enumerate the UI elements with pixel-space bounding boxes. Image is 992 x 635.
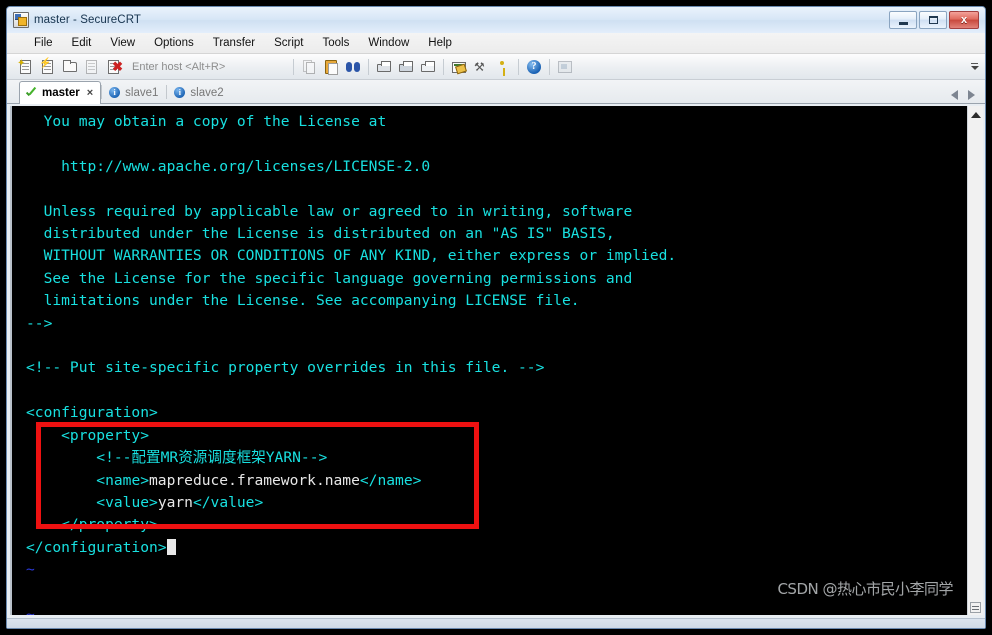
- terminal-line: <property>: [26, 426, 150, 444]
- securecrt-app-icon: [13, 12, 29, 28]
- maximize-button[interactable]: [919, 11, 947, 29]
- tab-slave2[interactable]: i slave2: [167, 81, 231, 103]
- terminal-line: http://www.apache.org/licenses/LICENSE-2…: [26, 157, 431, 175]
- resize-grip-icon[interactable]: [970, 602, 981, 613]
- terminal-line-comment: <!--配置MR资源调度框架YARN-->: [26, 449, 328, 467]
- menu-item-file[interactable]: File: [25, 35, 62, 51]
- menu-item-window[interactable]: Window: [359, 35, 418, 51]
- host-input[interactable]: Enter host <Alt+R>: [129, 58, 289, 76]
- session-options-icon[interactable]: [449, 57, 469, 77]
- securecrt-main-window: master - SecureCRT x File Edit View Opti…: [6, 6, 986, 629]
- menu-item-options[interactable]: Options: [145, 35, 203, 51]
- tab-prev-icon[interactable]: [951, 90, 958, 100]
- value-open-tag: <value>: [96, 493, 158, 511]
- terminal-line: distributed under the License is distrib…: [26, 225, 615, 243]
- log-session-icon[interactable]: [396, 57, 416, 77]
- terminal-line-value: <value>yarn</value>: [26, 494, 263, 511]
- terminal-screen[interactable]: You may obtain a copy of the License at …: [10, 106, 967, 615]
- tab-slave1-label: slave1: [125, 86, 159, 99]
- terminal-line: WITHOUT WARRANTIES OR CONDITIONS OF ANY …: [26, 247, 677, 265]
- connect-sftp-icon: [82, 57, 102, 77]
- menu-bar: File Edit View Options Transfer Script T…: [7, 33, 985, 54]
- name-open-tag: <name>: [96, 471, 150, 489]
- terminal-line: See the License for the specific languag…: [26, 269, 633, 287]
- maximize-icon: [928, 16, 938, 24]
- terminal-line: <!-- Put site-specific property override…: [26, 359, 545, 377]
- terminal-line: limitations under the License. See accom…: [26, 292, 580, 310]
- find-icon[interactable]: [343, 57, 363, 77]
- value-indent: [26, 494, 96, 511]
- key-icon[interactable]: [493, 57, 513, 77]
- terminal-line: You may obtain a copy of the License at: [26, 113, 387, 130]
- toolbar: ✦ ⚡ ✖ Enter host <Alt+R> ⚒ ?: [7, 54, 985, 80]
- menu-item-transfer[interactable]: Transfer: [204, 35, 264, 51]
- close-icon: x: [960, 13, 968, 26]
- connected-check-icon: [26, 88, 37, 99]
- tab-master-label: master: [42, 87, 80, 99]
- vim-tilde: ~: [26, 561, 35, 579]
- toolbar-separator-4: [518, 58, 519, 75]
- name-close-tag: </name>: [359, 471, 422, 489]
- terminal-text: You may obtain a copy of the License at …: [26, 111, 967, 615]
- disconnected-info-icon: i: [174, 87, 186, 98]
- copy-icon: [299, 57, 319, 77]
- disconnect-icon[interactable]: ✖: [104, 57, 124, 77]
- paste-icon[interactable]: [321, 57, 341, 77]
- menu-item-edit[interactable]: Edit: [63, 35, 101, 51]
- terminal-line: Unless required by applicable law or agr…: [26, 202, 633, 220]
- quick-connect-icon[interactable]: ⚡: [38, 57, 58, 77]
- value-close-tag: </value>: [192, 493, 264, 511]
- close-button[interactable]: x: [949, 11, 979, 29]
- terminal-cursor: [166, 538, 176, 555]
- vim-tilde: ~: [26, 605, 35, 615]
- title-bar: master - SecureCRT x: [7, 7, 985, 33]
- disconnected-info-icon: i: [109, 87, 121, 98]
- menu-item-tools[interactable]: Tools: [314, 35, 359, 51]
- toolbar-separator: [293, 58, 294, 75]
- help-icon[interactable]: ?: [524, 57, 544, 77]
- minimize-button[interactable]: [889, 11, 917, 29]
- name-value: mapreduce.framework.name: [149, 471, 360, 489]
- terminal-scrollbar[interactable]: [967, 106, 983, 615]
- print-screen-icon[interactable]: [374, 57, 394, 77]
- print-icon[interactable]: [418, 57, 438, 77]
- terminal-line: <configuration>: [26, 404, 158, 422]
- menu-item-view[interactable]: View: [101, 35, 144, 51]
- connect-in-tab-icon[interactable]: [60, 57, 80, 77]
- window-controls: x: [889, 11, 981, 29]
- window-title: master - SecureCRT: [34, 14, 142, 26]
- toolbar-separator-3: [443, 58, 444, 75]
- tab-slave1[interactable]: i slave1: [102, 81, 166, 103]
- terminal-area: You may obtain a copy of the License at …: [7, 104, 985, 618]
- toolbar-separator-5: [549, 58, 550, 75]
- scroll-up-icon[interactable]: [970, 112, 981, 118]
- terminal-line-last: </configuration>: [26, 538, 176, 556]
- menu-item-script[interactable]: Script: [265, 35, 312, 51]
- tab-next-icon[interactable]: [968, 90, 975, 100]
- terminal-line: -->: [26, 314, 53, 332]
- toolbar-separator-2: [368, 58, 369, 75]
- toolbar-overflow-button[interactable]: [969, 57, 980, 77]
- tab-close-icon[interactable]: ×: [87, 87, 93, 99]
- status-bar: [7, 618, 985, 628]
- terminal-line-name: <name>mapreduce.framework.name</name>: [26, 472, 421, 489]
- new-session-icon[interactable]: ✦: [16, 57, 36, 77]
- watermark-text: CSDN @热心市民小李同学: [777, 580, 953, 598]
- tab-master[interactable]: master ×: [19, 81, 102, 104]
- terminal-line: </property>: [26, 516, 158, 534]
- name-indent: [26, 472, 96, 489]
- global-options-icon[interactable]: ⚒: [471, 57, 491, 77]
- tab-nav: [951, 90, 985, 103]
- minimize-icon: [898, 21, 908, 25]
- menu-item-help[interactable]: Help: [419, 35, 461, 51]
- config-close-tag: </configuration>: [26, 538, 167, 556]
- tab-slave2-label: slave2: [190, 86, 224, 99]
- tile-windows-icon[interactable]: [555, 57, 575, 77]
- tab-bar: master × i slave1 i slave2: [7, 80, 985, 104]
- value-value: yarn: [157, 493, 193, 511]
